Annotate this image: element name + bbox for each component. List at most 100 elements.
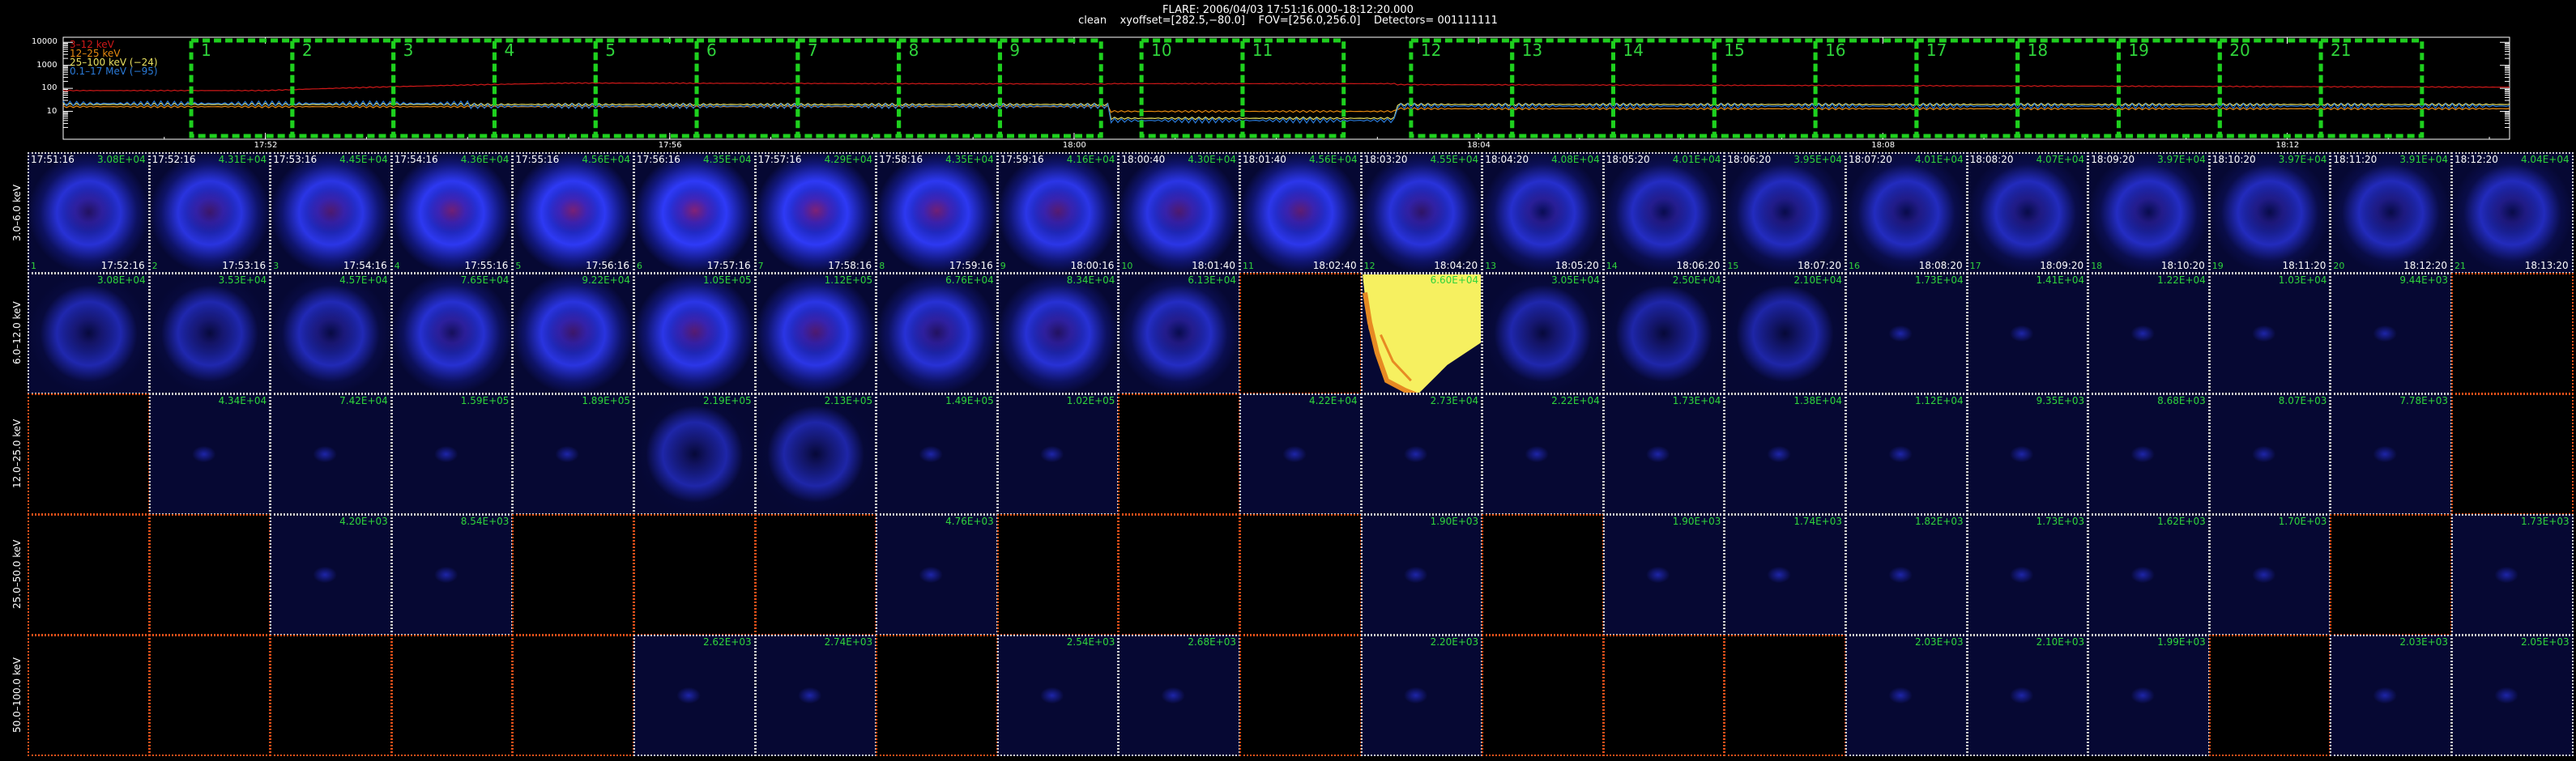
image-panel[interactable]: 18:05:20 18:06:20 14 4.01E+04 [1602, 152, 1725, 274]
image-panel[interactable] [28, 635, 150, 756]
image-panel[interactable]: 1.73E+04 [1845, 273, 1968, 394]
image-panel[interactable]: 1.41E+04 [1966, 273, 2089, 394]
image-panel[interactable] [1482, 635, 1604, 756]
image-panel[interactable]: 2.22E+04 [1482, 393, 1604, 515]
image-panel[interactable]: 7.78E+03 [2330, 393, 2452, 515]
image-panel[interactable]: 1.62E+03 [2088, 514, 2210, 636]
image-panel[interactable] [1602, 635, 1725, 756]
image-panel[interactable]: 1.03E+04 [2208, 273, 2331, 394]
image-panel[interactable]: 8.07E+03 [2208, 393, 2331, 515]
image-panel[interactable]: 17:54:16 17:55:16 4 4.36E+04 [390, 152, 514, 274]
image-panel[interactable]: 17:59:16 18:00:16 9 4.16E+04 [996, 152, 1120, 274]
image-panel[interactable] [633, 514, 756, 636]
image-panel[interactable]: 1.49E+05 [876, 393, 998, 515]
image-panel[interactable] [148, 635, 271, 756]
image-panel[interactable] [148, 514, 271, 636]
image-panel[interactable]: 1.90E+03 [1602, 514, 1725, 636]
image-panel[interactable]: 3.53E+04 [148, 273, 271, 394]
image-panel[interactable]: 1.74E+03 [1724, 514, 1846, 636]
image-panel[interactable]: 3.08E+04 [28, 273, 150, 394]
image-panel[interactable] [2451, 273, 2574, 394]
image-panel[interactable]: 2.62E+03 [633, 635, 756, 756]
image-panel[interactable] [1724, 635, 1846, 756]
image-panel[interactable] [512, 514, 634, 636]
image-panel[interactable]: 9.22E+04 [512, 273, 634, 394]
image-panel[interactable]: 17:55:16 17:56:16 5 4.56E+04 [512, 152, 634, 274]
image-panel[interactable]: 9.35E+03 [1966, 393, 2089, 515]
image-panel[interactable] [390, 635, 514, 756]
image-panel[interactable]: 2.05E+03 [2451, 635, 2574, 756]
image-panel[interactable]: 2.20E+03 [1360, 635, 1483, 756]
image-panel[interactable]: 6.13E+04 [1118, 273, 1240, 394]
image-panel[interactable]: 4.76E+03 [876, 514, 998, 636]
image-panel[interactable]: 17:56:16 17:57:16 6 4.35E+04 [633, 152, 756, 274]
image-panel[interactable]: 2.73E+04 [1360, 393, 1483, 515]
image-panel[interactable]: 1.73E+03 [1966, 514, 2089, 636]
image-panel[interactable] [876, 635, 998, 756]
image-panel[interactable]: 1.02E+05 [996, 393, 1120, 515]
image-panel[interactable]: 17:52:16 17:53:16 2 4.31E+04 [148, 152, 271, 274]
image-panel[interactable]: 2.10E+04 [1724, 273, 1846, 394]
image-panel[interactable]: 8.68E+03 [2088, 393, 2210, 515]
image-panel[interactable]: 1.89E+05 [512, 393, 634, 515]
image-panel[interactable] [2451, 393, 2574, 515]
image-panel[interactable]: 17:57:16 17:58:16 7 4.29E+04 [754, 152, 877, 274]
image-panel[interactable] [28, 393, 150, 515]
image-panel[interactable]: 1.05E+05 [633, 273, 756, 394]
image-panel[interactable]: 8.34E+04 [996, 273, 1120, 394]
image-panel[interactable]: 18:11:20 18:12:20 20 3.91E+04 [2330, 152, 2452, 274]
image-panel[interactable] [1239, 273, 1362, 394]
image-panel[interactable]: 9.44E+03 [2330, 273, 2452, 394]
image-panel[interactable]: 18:04:20 18:05:20 13 4.08E+04 [1482, 152, 1604, 274]
image-panel[interactable]: 4.20E+03 [270, 514, 392, 636]
image-panel[interactable] [28, 514, 150, 636]
image-panel[interactable] [270, 635, 392, 756]
image-panel[interactable]: 18:00:40 18:01:40 10 4.30E+04 [1118, 152, 1240, 274]
image-panel[interactable]: 6.76E+04 [876, 273, 998, 394]
image-panel[interactable]: 2.50E+04 [1602, 273, 1725, 394]
image-panel[interactable] [2208, 635, 2331, 756]
image-panel[interactable]: 2.03E+03 [1845, 635, 1968, 756]
image-panel[interactable]: 1.38E+04 [1724, 393, 1846, 515]
image-panel[interactable] [996, 514, 1120, 636]
image-panel[interactable] [1482, 514, 1604, 636]
image-panel[interactable]: 2.13E+05 [754, 393, 877, 515]
image-panel[interactable]: 1.82E+03 [1845, 514, 1968, 636]
image-panel[interactable]: 8.54E+03 [390, 514, 514, 636]
image-panel[interactable]: 2.54E+03 [996, 635, 1120, 756]
image-panel[interactable]: 2.10E+03 [1966, 635, 2089, 756]
image-panel[interactable]: 2.19E+05 [633, 393, 756, 515]
image-panel[interactable]: 1.73E+04 [1602, 393, 1725, 515]
image-panel[interactable]: 6.60E+04 [1360, 273, 1483, 394]
image-panel[interactable]: 1.59E+05 [390, 393, 514, 515]
image-panel[interactable]: 1.12E+05 [754, 273, 877, 394]
image-panel[interactable]: 7.65E+04 [390, 273, 514, 394]
image-panel[interactable] [1118, 393, 1240, 515]
image-panel[interactable]: 18:01:40 18:02:40 11 4.56E+04 [1239, 152, 1362, 274]
image-panel[interactable]: 18:06:20 18:07:20 15 3.95E+04 [1724, 152, 1846, 274]
image-panel[interactable]: 1.22E+04 [2088, 273, 2210, 394]
image-panel[interactable]: 3.05E+04 [1482, 273, 1604, 394]
image-panel[interactable]: 1.73E+03 [2451, 514, 2574, 636]
image-panel[interactable]: 17:58:16 17:59:16 8 4.35E+04 [876, 152, 998, 274]
image-panel[interactable] [754, 514, 877, 636]
image-panel[interactable] [1239, 635, 1362, 756]
image-panel[interactable]: 1.99E+03 [2088, 635, 2210, 756]
image-panel[interactable]: 4.57E+04 [270, 273, 392, 394]
image-panel[interactable] [1118, 514, 1240, 636]
image-panel[interactable]: 4.34E+04 [148, 393, 271, 515]
image-panel[interactable]: 2.74E+03 [754, 635, 877, 756]
image-panel[interactable] [512, 635, 634, 756]
image-panel[interactable]: 7.42E+04 [270, 393, 392, 515]
image-panel[interactable]: 18:09:20 18:10:20 18 3.97E+04 [2088, 152, 2210, 274]
image-panel[interactable]: 1.90E+03 [1360, 514, 1483, 636]
image-panel[interactable]: 2.68E+03 [1118, 635, 1240, 756]
image-panel[interactable]: 4.22E+04 [1239, 393, 1362, 515]
image-panel[interactable]: 18:10:20 18:11:20 19 3.97E+04 [2208, 152, 2331, 274]
image-panel[interactable]: 18:12:20 18:13:20 21 4.04E+04 [2451, 152, 2574, 274]
image-panel[interactable]: 1.70E+03 [2208, 514, 2331, 636]
image-panel[interactable]: 18:08:20 18:09:20 17 4.07E+04 [1966, 152, 2089, 274]
image-panel[interactable]: 18:07:20 18:08:20 16 4.01E+04 [1845, 152, 1968, 274]
image-panel[interactable]: 17:51:16 17:52:16 1 3.08E+04 [28, 152, 150, 274]
image-panel[interactable]: 17:53:16 17:54:16 3 4.45E+04 [270, 152, 392, 274]
